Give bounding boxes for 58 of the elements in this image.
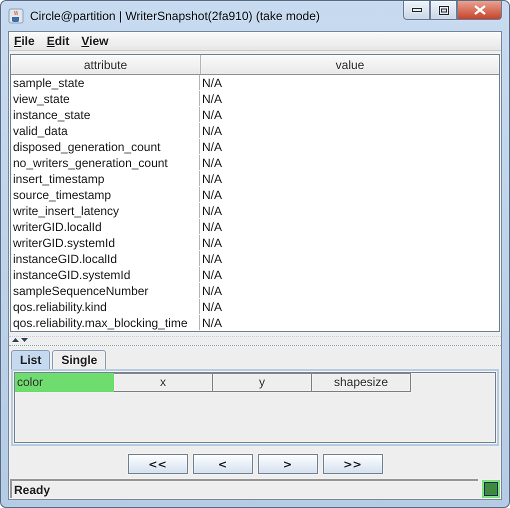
table-cell-text: N/A [201, 235, 224, 250]
table-cell: source_timestamp [11, 187, 200, 202]
table-cell-text: N/A [201, 299, 224, 314]
table-cell: disposed_generation_count [11, 139, 200, 154]
table-cell: write_insert_latency [11, 203, 200, 218]
close-button[interactable] [457, 1, 502, 20]
maximize-button[interactable] [430, 1, 457, 20]
close-icon [474, 5, 486, 15]
table-cell-text: N/A [201, 251, 224, 266]
minimize-icon [412, 8, 422, 12]
table-cell: instance_state [11, 107, 200, 122]
menu-item[interactable]: View [81, 34, 109, 48]
table-cell-text: N/A [201, 315, 224, 330]
column-header[interactable]: color [15, 372, 114, 392]
table-cell: writerGID.localId [11, 219, 200, 234]
window-title: Circle@partition | WriterSnapshot(2fa910) (take mode) [30, 9, 321, 23]
table-cell: sampleSequenceNumber [11, 283, 200, 298]
menu-item[interactable]: Edit [46, 34, 70, 48]
table-cell-text: N/A [201, 283, 224, 298]
table-cell-text: N/A [201, 219, 224, 234]
table-cell: insert_timestamp [11, 171, 200, 186]
table-cell-text: N/A [201, 267, 224, 282]
table-cell: qos.reliability.max_blocking_time [11, 315, 200, 330]
table-cell-text: N/A [201, 203, 224, 218]
nav-button[interactable]: < [192, 454, 252, 474]
table-cell: qos.reliability.kind [11, 299, 200, 314]
table-cell-text: N/A [201, 107, 224, 122]
table-cell-text: N/A [201, 155, 224, 170]
nav-button[interactable]: << [128, 454, 188, 474]
menu-item[interactable]: File [14, 34, 35, 48]
minimize-button[interactable] [403, 1, 430, 20]
status-indicator-icon [482, 480, 500, 498]
tab[interactable]: Single [52, 350, 106, 369]
table-cell-text: N/A [201, 139, 224, 154]
column-header[interactable]: y [213, 372, 312, 392]
nav-button[interactable]: > [258, 454, 318, 474]
expand-arrows-icon[interactable] [12, 338, 28, 344]
table-cell-text: N/A [201, 123, 224, 138]
table-cell: view_state [11, 91, 200, 106]
table-cell: instanceGID.localId [11, 251, 200, 266]
nav-button[interactable]: >> [322, 454, 382, 474]
table-cell: writerGID.systemId [11, 235, 200, 250]
column-header[interactable]: x [114, 372, 213, 392]
table-cell-text: N/A [201, 187, 224, 202]
table-cell-text: N/A [201, 171, 224, 186]
table-cell-text: N/A [201, 75, 224, 90]
maximize-icon [438, 6, 448, 14]
table-cell: instanceGID.systemId [11, 267, 200, 282]
coffee-cup-icon [8, 8, 24, 24]
table-cell-text: N/A [201, 91, 224, 106]
tab[interactable]: List [11, 350, 50, 369]
table-cell: no_writers_generation_count [11, 155, 200, 170]
column-header[interactable]: attribute [11, 55, 201, 74]
column-header[interactable]: shapesize [312, 372, 411, 392]
column-header[interactable]: value [201, 55, 499, 74]
table-cell: valid_data [11, 123, 200, 138]
table-cell: sample_state [11, 75, 200, 90]
status-text: Ready [10, 479, 478, 498]
